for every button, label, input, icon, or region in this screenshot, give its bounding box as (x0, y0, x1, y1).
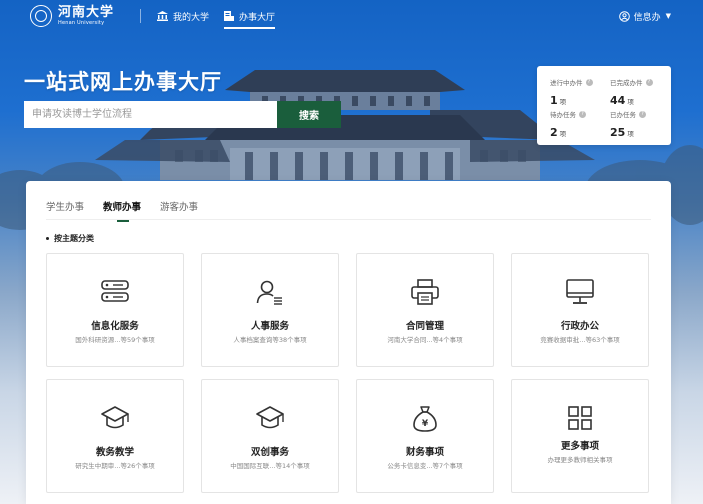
hero-title: 一站式网上办事大厅 (24, 70, 222, 94)
card-desc: 竞赛收据审批...等63个事项 (540, 336, 620, 344)
service-panel: 学生办事 教师办事 游客办事 按主题分类 信息化服务 国外科研资源...等59个… (26, 181, 671, 504)
person-list-icon (256, 279, 284, 309)
card-title: 行政办公 (560, 321, 599, 332)
stat-value: 44 (610, 94, 626, 107)
user-circle-icon (618, 10, 630, 22)
university-logo[interactable]: 河南大学 Henan University (30, 5, 114, 27)
stat-value: 1 (550, 94, 558, 107)
section-title: 按主题分类 (46, 233, 94, 244)
logo-name-en: Henan University (58, 20, 105, 26)
card-desc: 公务卡信息变...等7个事项 (387, 462, 463, 470)
card-desc: 国外科研资源...等59个事项 (75, 336, 155, 344)
category-card-it-service[interactable]: 信息化服务 国外科研资源...等59个事项 (46, 253, 184, 367)
nav-item-service-hall[interactable]: 办事大厅 (224, 0, 276, 32)
stat-unit: 项 (559, 98, 567, 106)
seal-icon (30, 5, 52, 27)
card-desc: 办理更多教师相关事项 (547, 456, 613, 464)
card-desc: 研究生中期审...等26个事项 (75, 462, 155, 470)
stat-in-progress[interactable]: 进行中办件? 1项 (550, 77, 593, 108)
help-icon: ? (639, 110, 646, 118)
card-title: 更多事项 (560, 441, 599, 452)
nav-item-my-university[interactable]: 我的大学 (157, 0, 209, 32)
card-title: 双创事务 (250, 447, 289, 458)
category-card-teaching[interactable]: 教务教学 研究生中期审...等26个事项 (46, 379, 184, 493)
money-bag-icon: ¥ (412, 405, 438, 437)
document-icon (224, 11, 234, 21)
category-card-hr-service[interactable]: 人事服务 人事档案查询等38个事项 (201, 253, 339, 367)
bullet-icon (46, 237, 49, 240)
grid-icon (567, 405, 593, 435)
search-input[interactable] (24, 101, 277, 128)
user-name: 信息办 (633, 12, 661, 23)
nav-divider (140, 9, 141, 23)
stat-label: 已完成办件 (610, 79, 643, 87)
top-navigation: 河南大学 Henan University 我的大学 办事大厅 信息办 ▼ (0, 0, 703, 32)
card-title: 人事服务 (250, 321, 289, 332)
card-title: 教务教学 (95, 447, 134, 458)
stat-unit: 项 (627, 130, 634, 138)
stat-completed[interactable]: 已完成办件? 44 项 (610, 77, 653, 108)
category-card-admin-office[interactable]: 行政办公 竞赛收据审批...等63个事项 (511, 253, 649, 367)
search-button[interactable]: 搜索 (277, 101, 341, 128)
stat-unit: 项 (627, 98, 634, 106)
category-card-finance[interactable]: ¥ 财务事项 公务卡信息变...等7个事项 (356, 379, 494, 493)
stat-label: 进行中办件 (550, 79, 583, 87)
logo-name-cn: 河南大学 (58, 5, 115, 20)
stat-todo[interactable]: 待办任务? 2项 (550, 109, 586, 140)
stat-label: 待办任务 (550, 111, 576, 119)
card-title: 合同管理 (405, 321, 444, 332)
card-desc: 人事档案查询等38个事项 (233, 336, 307, 344)
category-card-innovation[interactable]: 双创事务 中国国际互联...等14个事项 (201, 379, 339, 493)
stat-value: 2 (550, 126, 558, 139)
card-desc: 中国国际互联...等14个事项 (230, 462, 310, 470)
tab-divider (46, 219, 651, 220)
svg-text:¥: ¥ (422, 419, 429, 429)
nav-label: 我的大学 (173, 12, 210, 23)
printer-icon (411, 279, 439, 309)
monitor-icon (566, 279, 594, 309)
stat-done[interactable]: 已办任务? 25 项 (610, 109, 646, 140)
card-title: 信息化服务 (91, 321, 139, 332)
building-icon (157, 11, 168, 21)
graduation-cap-icon (101, 405, 129, 435)
help-icon: ? (585, 78, 593, 86)
stat-value: 25 (610, 126, 626, 139)
user-menu[interactable]: 信息办 ▼ (618, 0, 671, 32)
card-title: 财务事项 (405, 447, 444, 458)
help-icon: ? (579, 110, 586, 118)
server-icon (101, 279, 129, 307)
nav-label: 办事大厅 (239, 12, 276, 23)
stat-unit: 项 (559, 130, 567, 138)
help-icon: ? (645, 78, 653, 86)
chevron-down-icon: ▼ (665, 12, 671, 20)
category-card-more[interactable]: 更多事项 办理更多教师相关事项 (511, 379, 649, 493)
card-desc: 河南大学合同...等4个事项 (387, 336, 463, 344)
stat-label: 已办任务 (610, 111, 636, 119)
stats-card: 进行中办件? 1项 已完成办件? 44 项 待办任务? 2项 已办任务? 25 项 (537, 66, 671, 145)
graduation-cap-icon (256, 405, 284, 435)
category-card-contract[interactable]: 合同管理 河南大学合同...等4个事项 (356, 253, 494, 367)
